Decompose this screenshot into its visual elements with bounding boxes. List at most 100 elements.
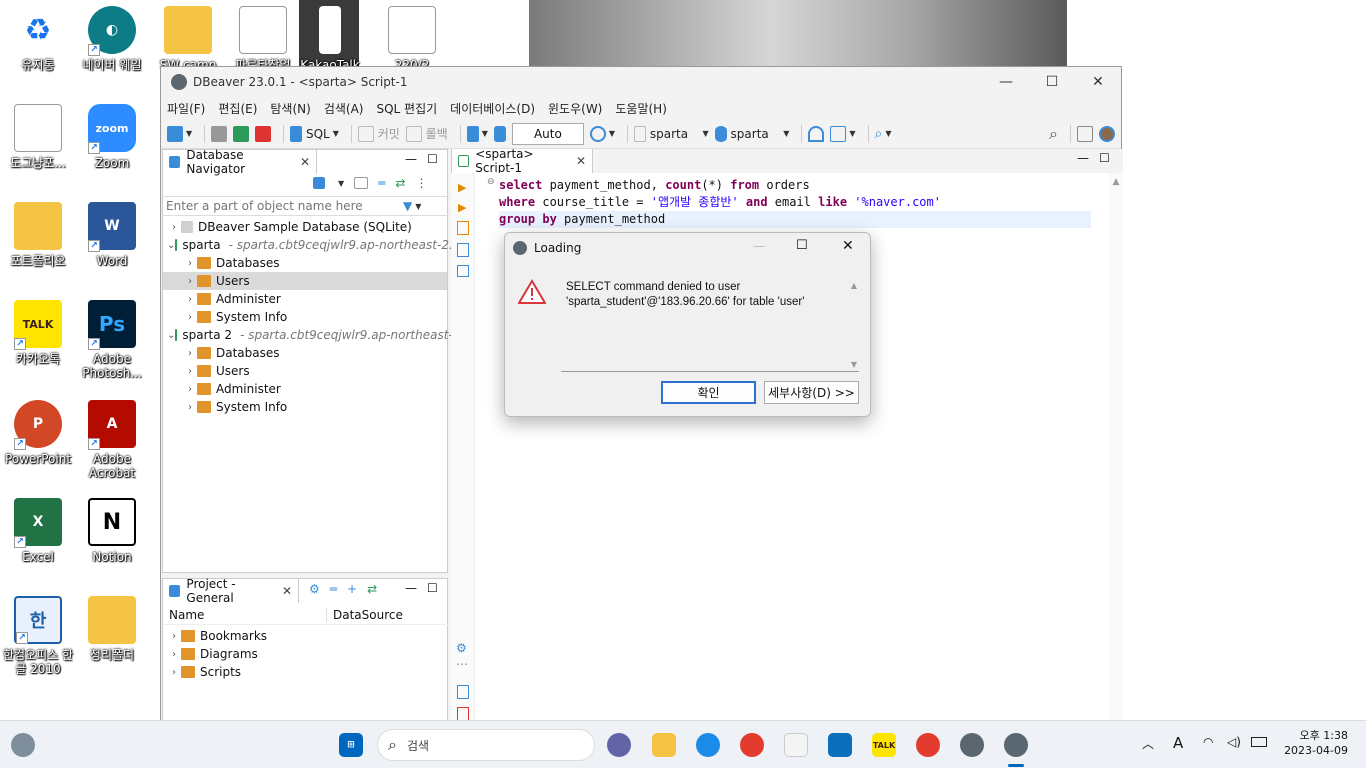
tree-item[interactable]: › Administer [167,380,447,398]
schema-selector[interactable]: sparta ▼ [714,125,789,142]
maximize-icon[interactable]: ☐ [1029,67,1075,97]
chevron-down-icon[interactable]: ▼ [415,202,421,211]
link-editor-icon[interactable]: ⇄ [395,176,405,190]
close-icon[interactable]: ✕ [282,584,292,598]
tab-database-navigator[interactable]: Database Navigator ✕ [163,148,317,176]
menu-window[interactable]: 윈도우(W) [548,100,602,117]
chrome-icon[interactable] [916,733,940,757]
disconnect-button[interactable] [255,125,272,142]
export-icon[interactable] [457,685,469,699]
chevron-right-icon[interactable]: › [167,667,181,678]
minimize-icon[interactable]: — [983,67,1029,97]
ime-indicator[interactable]: A [1173,734,1183,752]
chevron-down-icon[interactable]: ⌄ [167,330,175,341]
dashboard-button[interactable] [808,125,825,142]
menu-edit[interactable]: 편집(E) [218,100,257,117]
execute-script-icon[interactable]: ▶ [458,201,466,214]
chevron-right-icon[interactable]: › [167,649,181,660]
invalidate-button[interactable] [233,125,250,142]
gear-icon[interactable]: ⚙ [309,582,320,596]
desktop-icon-notion[interactable]: N Notion [74,498,150,564]
tree-item[interactable]: ⌄ sparta - sparta.cbt9ceqjwlr9.ap-northeas… [167,236,458,254]
menu-search[interactable]: 검색(A) [324,100,364,117]
chevron-right-icon[interactable]: › [183,366,197,377]
new-connection-icon[interactable] [313,177,325,189]
desktop-icon-recycle-bin[interactable]: ♻ 유지통 [0,6,76,73]
scroll-up-icon[interactable]: ▲ [1109,177,1123,187]
explain-icon[interactable] [457,221,469,235]
dialog-titlebar[interactable]: Loading [505,233,870,263]
column-header-name[interactable]: Name [163,607,327,622]
editor-scrollbar[interactable]: ▲ [1109,173,1123,727]
tree-item[interactable]: › Databases [167,254,447,272]
chevron-right-icon[interactable]: › [183,258,197,269]
history-button[interactable]: ▼ [589,125,615,142]
code-area[interactable]: select payment_method, count(*) from ord… [499,177,1091,228]
desktop-icon-kakaotalk-file[interactable]: KakaoTalk [292,6,368,72]
maximize-icon[interactable]: ☐ [427,152,438,166]
desktop-icon-doc-220[interactable]: 220/2 [374,6,450,72]
collapse-all-icon[interactable]: ═ [378,176,385,190]
volume-icon[interactable]: ◁) [1227,735,1241,749]
auto-commit-field[interactable]: Auto [511,122,584,145]
desktop-icon-kakaotalk[interactable]: TALK ↗ 카카오톡 [0,300,76,366]
tree-item[interactable]: ⌄ sparta 2- sparta.cbt9ceqjwlr9.ap-northe… [167,326,460,344]
erd-button[interactable]: ▼ [830,125,856,142]
link-editor-icon[interactable]: ⇄ [367,582,377,596]
tree-item[interactable]: › Scripts [167,663,267,681]
chevron-down-icon[interactable]: ⌄ [167,240,175,251]
desktop-icon-whale[interactable]: ◐ ↗ 네이버 웨일 [74,6,150,72]
dbeaver-perspective-button[interactable] [1099,125,1115,142]
desktop-icon-zoom[interactable]: zoom ↗ Zoom [74,104,150,170]
tree-item[interactable]: › System Info [167,398,447,416]
minimize-icon[interactable]: — [1077,151,1089,165]
minimize-icon[interactable]: — [405,152,417,166]
tab-script-1[interactable]: <sparta> Script-1 ✕ [451,147,593,175]
import-icon[interactable] [457,707,469,721]
edge-icon[interactable] [696,733,720,757]
tree-item[interactable]: › Diagrams [167,645,267,663]
chevron-right-icon[interactable]: › [183,348,197,359]
chevron-down-icon[interactable]: ▼ [338,179,344,188]
new-connection-button[interactable]: ▼ [167,125,192,142]
menu-help[interactable]: 도움말(H) [615,100,667,117]
desktop-icon-folder[interactable]: 정리폴더 [74,596,150,662]
quick-search-icon[interactable]: ⌕ [1049,124,1058,144]
chevron-right-icon[interactable]: › [183,294,197,305]
file-explorer-icon[interactable] [652,733,676,757]
chevron-right-icon[interactable]: › [167,631,181,642]
close-icon[interactable]: ✕ [576,154,586,168]
gear-icon[interactable]: ⚙ [456,641,467,655]
terminal-icon[interactable] [457,265,469,277]
filter-icon[interactable]: ▼ [403,199,412,213]
tree-item[interactable]: › Users [167,362,447,380]
menu-navigate[interactable]: 탐색(N) [270,100,310,117]
menu-database[interactable]: 데이터베이스(D) [450,100,535,117]
add-icon[interactable]: + [347,582,357,596]
tree-item[interactable]: › Administer [167,290,447,308]
tree-item-selected[interactable]: › Users [163,272,447,290]
start-icon[interactable]: ⊞ [339,733,363,757]
chevron-right-icon[interactable]: › [183,312,197,323]
datasource-selector[interactable]: sparta ▼ [634,125,709,142]
kakaotalk-icon[interactable]: TALK [872,733,896,757]
taskbar-search[interactable]: ⌕ 검색 [377,729,595,761]
battery-icon[interactable] [1251,737,1267,747]
tree-item[interactable]: › Bookmarks [167,627,267,645]
tab-project-general[interactable]: Project - General ✕ [163,577,299,605]
chrome-icon[interactable] [740,733,764,757]
search-tool-button[interactable]: ⌕ ▼ [875,126,892,142]
desktop-icon-doc-startup[interactable]: 파르타창업 [225,6,301,72]
chevron-right-icon[interactable]: › [167,222,181,233]
ok-button[interactable]: 확인 [661,381,756,404]
collapse-all-icon[interactable]: ═ [330,582,337,596]
lock-button[interactable] [493,125,506,142]
load-plan-icon[interactable] [457,243,469,257]
tree-item[interactable]: › System Info [167,308,447,326]
wifi-icon[interactable]: ◠ [1203,735,1213,749]
menu-dots-icon[interactable]: ⋮ [415,176,427,190]
chat-icon[interactable] [607,733,631,757]
dbeaver-icon[interactable] [960,733,984,757]
chevron-right-icon[interactable]: › [183,384,197,395]
desktop-icon-sw-camp[interactable]: SW camp [150,6,226,72]
